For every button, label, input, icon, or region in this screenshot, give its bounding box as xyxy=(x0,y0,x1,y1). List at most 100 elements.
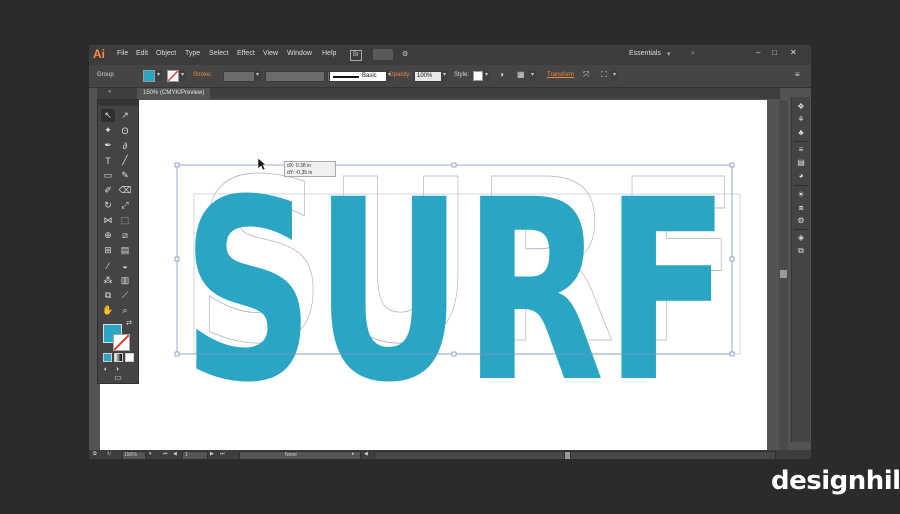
color-guide-icon[interactable]: ⚘ xyxy=(795,114,807,125)
rectangle-tool-icon[interactable]: ▭ xyxy=(101,169,115,182)
status-info-field[interactable]: None xyxy=(239,451,361,459)
stroke-weight-dropdown[interactable]: ▾ xyxy=(254,70,261,81)
opacity-label[interactable]: Opacity: xyxy=(389,72,411,78)
scale-tool-icon[interactable]: ⤢ xyxy=(118,199,132,212)
appearance-panel-icon[interactable]: ☀ xyxy=(795,189,807,200)
rotate-tool-icon[interactable]: ↻ xyxy=(101,199,115,212)
slice-tool-icon[interactable]: ⟋ xyxy=(118,289,132,302)
mesh-tool-icon[interactable]: ⊞ xyxy=(101,244,115,257)
variable-width-profile[interactable] xyxy=(265,71,325,82)
color-panel-icon[interactable]: ❖ xyxy=(795,101,807,112)
menu-effect[interactable]: Effect xyxy=(237,50,255,57)
pen-tool-icon[interactable]: ✒ xyxy=(101,139,115,152)
opacity-dropdown[interactable]: ▾ xyxy=(441,70,448,81)
bridge-button[interactable]: Br xyxy=(350,50,362,61)
gradient-mode-icon[interactable] xyxy=(114,353,123,362)
transparency-panel-icon[interactable]: ◕ xyxy=(795,170,807,181)
magic-wand-tool-icon[interactable]: ✦ xyxy=(101,124,115,137)
eyedropper-tool-icon[interactable]: ⁄ xyxy=(101,259,115,272)
menu-help[interactable]: Help xyxy=(322,50,336,57)
free-transform-tool-icon[interactable]: ⬚ xyxy=(118,214,132,227)
menu-object[interactable]: Object xyxy=(156,50,176,57)
gpu-icon[interactable]: ⚙ xyxy=(402,50,408,58)
graphic-styles-icon[interactable]: ⧈ xyxy=(795,202,807,213)
swatches-icon[interactable]: ♣ xyxy=(795,127,807,138)
menu-file[interactable]: File xyxy=(117,50,128,57)
screen-mode-icon[interactable]: ▭ xyxy=(110,372,126,382)
align-icon[interactable]: ▦ xyxy=(517,70,525,79)
minimize-button[interactable]: – xyxy=(756,48,760,57)
stroke-weight-field[interactable] xyxy=(223,71,255,82)
stroke-swatch[interactable] xyxy=(167,70,179,82)
recolor-artwork-icon[interactable]: ◑ xyxy=(499,70,504,79)
layers-panel-icon[interactable]: ◈ xyxy=(795,232,807,243)
artboard[interactable]: SURF SURF xyxy=(100,100,767,450)
vertical-scrollbar[interactable] xyxy=(779,100,788,451)
fill-dropdown[interactable]: ▾ xyxy=(155,70,162,81)
artboard-number-field[interactable]: 1 xyxy=(182,451,208,459)
next-artboard-button[interactable]: ▶ xyxy=(210,451,214,457)
symbols-panel-icon[interactable]: ⚙ xyxy=(795,215,807,226)
zoom-dropdown[interactable]: ▾ xyxy=(149,451,152,457)
menu-view[interactable]: View xyxy=(263,50,278,57)
horizontal-scrollbar[interactable] xyxy=(374,451,776,459)
column-graph-tool-icon[interactable]: ▥ xyxy=(118,274,132,287)
surf-text[interactable]: SURF xyxy=(182,146,730,437)
artboards-panel-icon[interactable]: ⧉ xyxy=(795,245,807,256)
artboard-tool-icon[interactable]: ⧉ xyxy=(101,289,115,302)
gradient-panel-icon[interactable]: ▤ xyxy=(795,157,807,168)
horizontal-scrollbar-thumb[interactable] xyxy=(564,451,571,459)
menu-type[interactable]: Type xyxy=(185,50,200,57)
workspace-switcher[interactable]: Essentials xyxy=(629,50,661,57)
symbol-sprayer-tool-icon[interactable]: ⁂ xyxy=(101,274,115,287)
style-dropdown[interactable]: ▾ xyxy=(483,70,490,81)
arrange-dropdown[interactable]: ▾ xyxy=(611,70,618,81)
swap-colors-icon[interactable]: ⇄ xyxy=(124,318,134,328)
width-tool-icon[interactable]: ⋈ xyxy=(101,214,115,227)
stroke-label[interactable]: Stroke: xyxy=(193,72,212,78)
rotate-view-icon[interactable]: ↻ xyxy=(107,451,111,457)
style-swatch[interactable] xyxy=(473,71,483,81)
isolate-group-icon[interactable]: ⤧ xyxy=(583,70,589,80)
curvature-tool-icon[interactable]: ∂ xyxy=(118,139,132,152)
lasso-tool-icon[interactable]: ʘ xyxy=(118,124,132,137)
close-button[interactable]: ✕ xyxy=(790,48,797,57)
search-icon[interactable]: ⌕ xyxy=(691,50,695,58)
shape-builder-tool-icon[interactable]: ⊕ xyxy=(101,229,115,242)
none-mode-icon[interactable] xyxy=(125,353,134,362)
arrange-documents-button[interactable] xyxy=(373,49,393,60)
hand-tool-icon[interactable]: ✋ xyxy=(101,304,115,317)
collapse-icon[interactable]: « xyxy=(108,89,111,95)
menu-select[interactable]: Select xyxy=(209,50,228,57)
color-mode-icon[interactable] xyxy=(103,353,112,362)
type-tool-icon[interactable]: T xyxy=(101,154,115,167)
line-tool-icon[interactable]: ╱ xyxy=(118,154,132,167)
menu-window[interactable]: Window xyxy=(287,50,312,57)
panel-menu-icon[interactable]: ≡ xyxy=(795,70,800,79)
blend-tool-icon[interactable]: ◒ xyxy=(118,259,132,272)
menu-edit[interactable]: Edit xyxy=(136,50,148,57)
align-dropdown[interactable]: ▾ xyxy=(529,70,536,81)
status-dropdown[interactable]: ▸ xyxy=(352,451,355,457)
perspective-grid-tool-icon[interactable]: ⧄ xyxy=(118,229,132,242)
stroke-dropdown[interactable]: ▾ xyxy=(179,70,186,81)
first-artboard-button[interactable]: ⏮ xyxy=(163,451,168,457)
gradient-tool-icon[interactable]: ▤ xyxy=(118,244,132,257)
paintbrush-tool-icon[interactable]: ✎ xyxy=(118,169,132,182)
document-tab[interactable]: 150% (CMYK/Preview) xyxy=(137,88,211,99)
direct-selection-tool-icon[interactable]: ↗ xyxy=(118,109,132,122)
maximize-button[interactable]: □ xyxy=(772,48,777,57)
scroll-left-button[interactable]: ◀ xyxy=(364,451,368,457)
selection-tool-icon[interactable]: ↖ xyxy=(101,109,115,122)
scrollbar-thumb[interactable] xyxy=(780,270,787,278)
prev-artboard-button[interactable]: ◀ xyxy=(173,451,177,457)
zoom-tool-icon[interactable]: ⌕ xyxy=(118,304,132,317)
opacity-field[interactable]: 100% xyxy=(414,71,442,82)
arrange-icon[interactable]: ⛶ xyxy=(601,70,607,80)
stroke-color-swatch[interactable] xyxy=(113,334,130,351)
stroke-panel-icon[interactable]: ≡ xyxy=(795,144,807,155)
zoom-field[interactable]: 150% xyxy=(122,451,146,459)
shaper-tool-icon[interactable]: ✐ xyxy=(101,184,115,197)
artboard-nav-icon[interactable]: ⧉ xyxy=(93,451,97,457)
last-artboard-button[interactable]: ⏭ xyxy=(220,451,225,457)
